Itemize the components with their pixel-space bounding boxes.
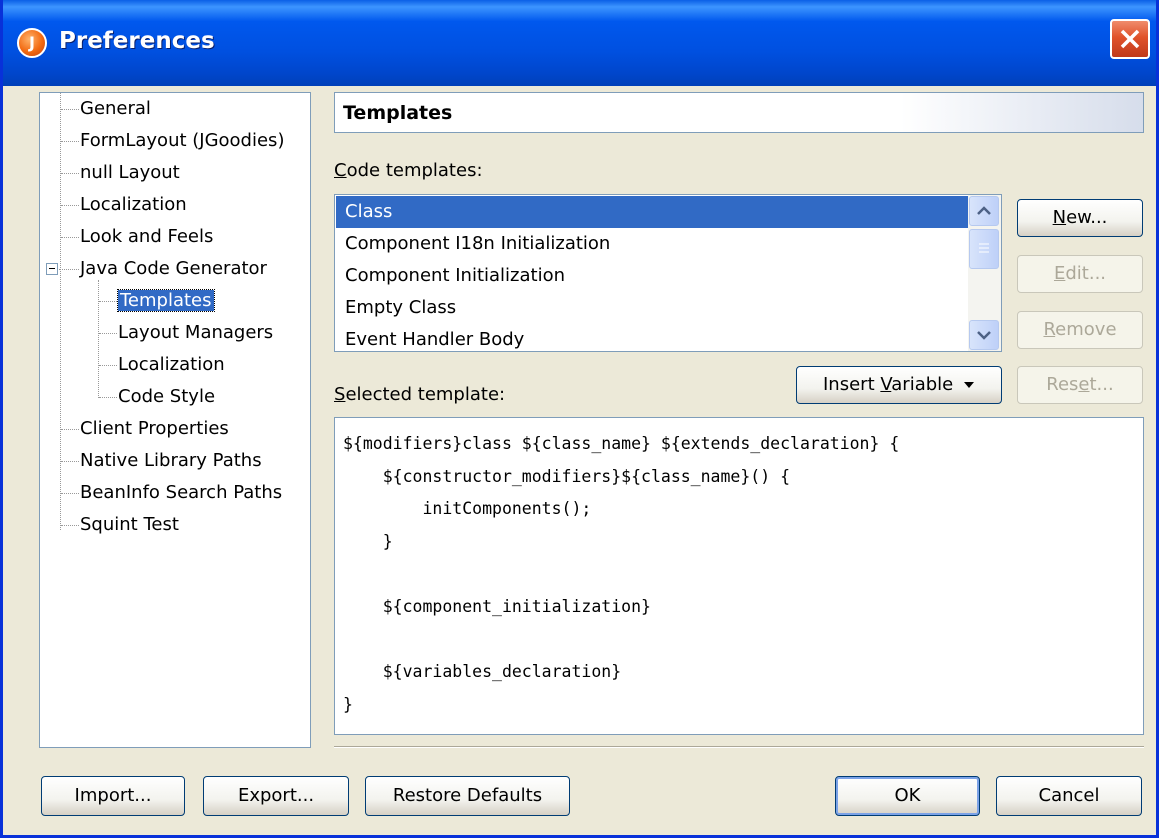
- edit-button[interactable]: Edit...: [1017, 255, 1143, 293]
- list-item[interactable]: Class: [336, 196, 968, 228]
- collapse-icon[interactable]: [46, 263, 58, 275]
- tree-item-java-code-generator[interactable]: Java Code Generator: [80, 256, 267, 282]
- tree-item-null-layout[interactable]: null Layout: [80, 160, 180, 186]
- page-title: Templates: [334, 92, 1144, 133]
- code-templates-label: Code templates:: [334, 160, 483, 181]
- dropdown-arrow-icon: [963, 382, 974, 388]
- tree-item-layout-managers[interactable]: Layout Managers: [118, 320, 273, 346]
- cancel-button[interactable]: Cancel: [996, 776, 1142, 816]
- tree-item-squint-test[interactable]: Squint Test: [80, 512, 179, 538]
- list-item[interactable]: Empty Class: [336, 292, 968, 324]
- title-bar[interactable]: J Preferences: [3, 0, 1156, 86]
- reset-button[interactable]: Reset...: [1017, 366, 1143, 404]
- tree-line: [60, 93, 61, 530]
- tree-item-localization[interactable]: Localization: [80, 192, 187, 218]
- grip-icon: [979, 243, 989, 253]
- tree-item-native-library-paths[interactable]: Native Library Paths: [80, 448, 262, 474]
- remove-button[interactable]: Remove: [1017, 311, 1143, 349]
- separator: [334, 746, 1144, 748]
- tree-item-general[interactable]: General: [80, 96, 151, 122]
- tree-item-codegen-localization[interactable]: Localization: [118, 352, 225, 378]
- import-button[interactable]: Import...: [41, 776, 185, 816]
- scroll-down-button[interactable]: [969, 320, 999, 350]
- chevron-down-icon: [977, 331, 991, 340]
- close-icon: [1120, 29, 1140, 49]
- preferences-tree[interactable]: General FormLayout (JGoodies) null Layou…: [39, 92, 311, 748]
- window-title: Preferences: [59, 28, 215, 54]
- list-item[interactable]: Event Handler Body: [336, 324, 968, 351]
- chevron-up-icon: [977, 206, 991, 215]
- preferences-dialog: J Preferences General FormLayout (JGoodi…: [0, 0, 1159, 838]
- tree-line: [98, 280, 99, 398]
- tree-item-look-and-feels[interactable]: Look and Feels: [80, 224, 213, 250]
- app-icon: J: [17, 28, 47, 58]
- selected-template-label: Selected template:: [334, 384, 506, 405]
- list-item[interactable]: Component I18n Initialization: [336, 228, 968, 260]
- ok-button[interactable]: OK: [835, 776, 980, 816]
- new-button[interactable]: New...: [1017, 199, 1143, 237]
- template-code[interactable]: ${modifiers}class ${class_name} ${extend…: [335, 418, 1143, 721]
- restore-defaults-button[interactable]: Restore Defaults: [365, 776, 570, 816]
- tree-item-client-properties[interactable]: Client Properties: [80, 416, 229, 442]
- scroll-thumb[interactable]: [969, 229, 999, 269]
- code-templates-list[interactable]: Class Component I18n Initialization Comp…: [334, 194, 1002, 352]
- export-button[interactable]: Export...: [203, 776, 349, 816]
- list-scrollbar[interactable]: [968, 195, 1001, 351]
- scroll-up-button[interactable]: [969, 196, 999, 226]
- template-editor[interactable]: ${modifiers}class ${class_name} ${extend…: [334, 417, 1144, 735]
- tree-item-formlayout[interactable]: FormLayout (JGoodies): [80, 128, 284, 154]
- close-button[interactable]: [1110, 19, 1150, 59]
- tree-item-templates[interactable]: Templates: [117, 288, 215, 314]
- list-item[interactable]: Component Initialization: [336, 260, 968, 292]
- insert-variable-button[interactable]: Insert Variable: [796, 366, 1002, 404]
- tree-item-beaninfo-search-paths[interactable]: BeanInfo Search Paths: [80, 480, 282, 506]
- tree-item-code-style[interactable]: Code Style: [118, 384, 215, 410]
